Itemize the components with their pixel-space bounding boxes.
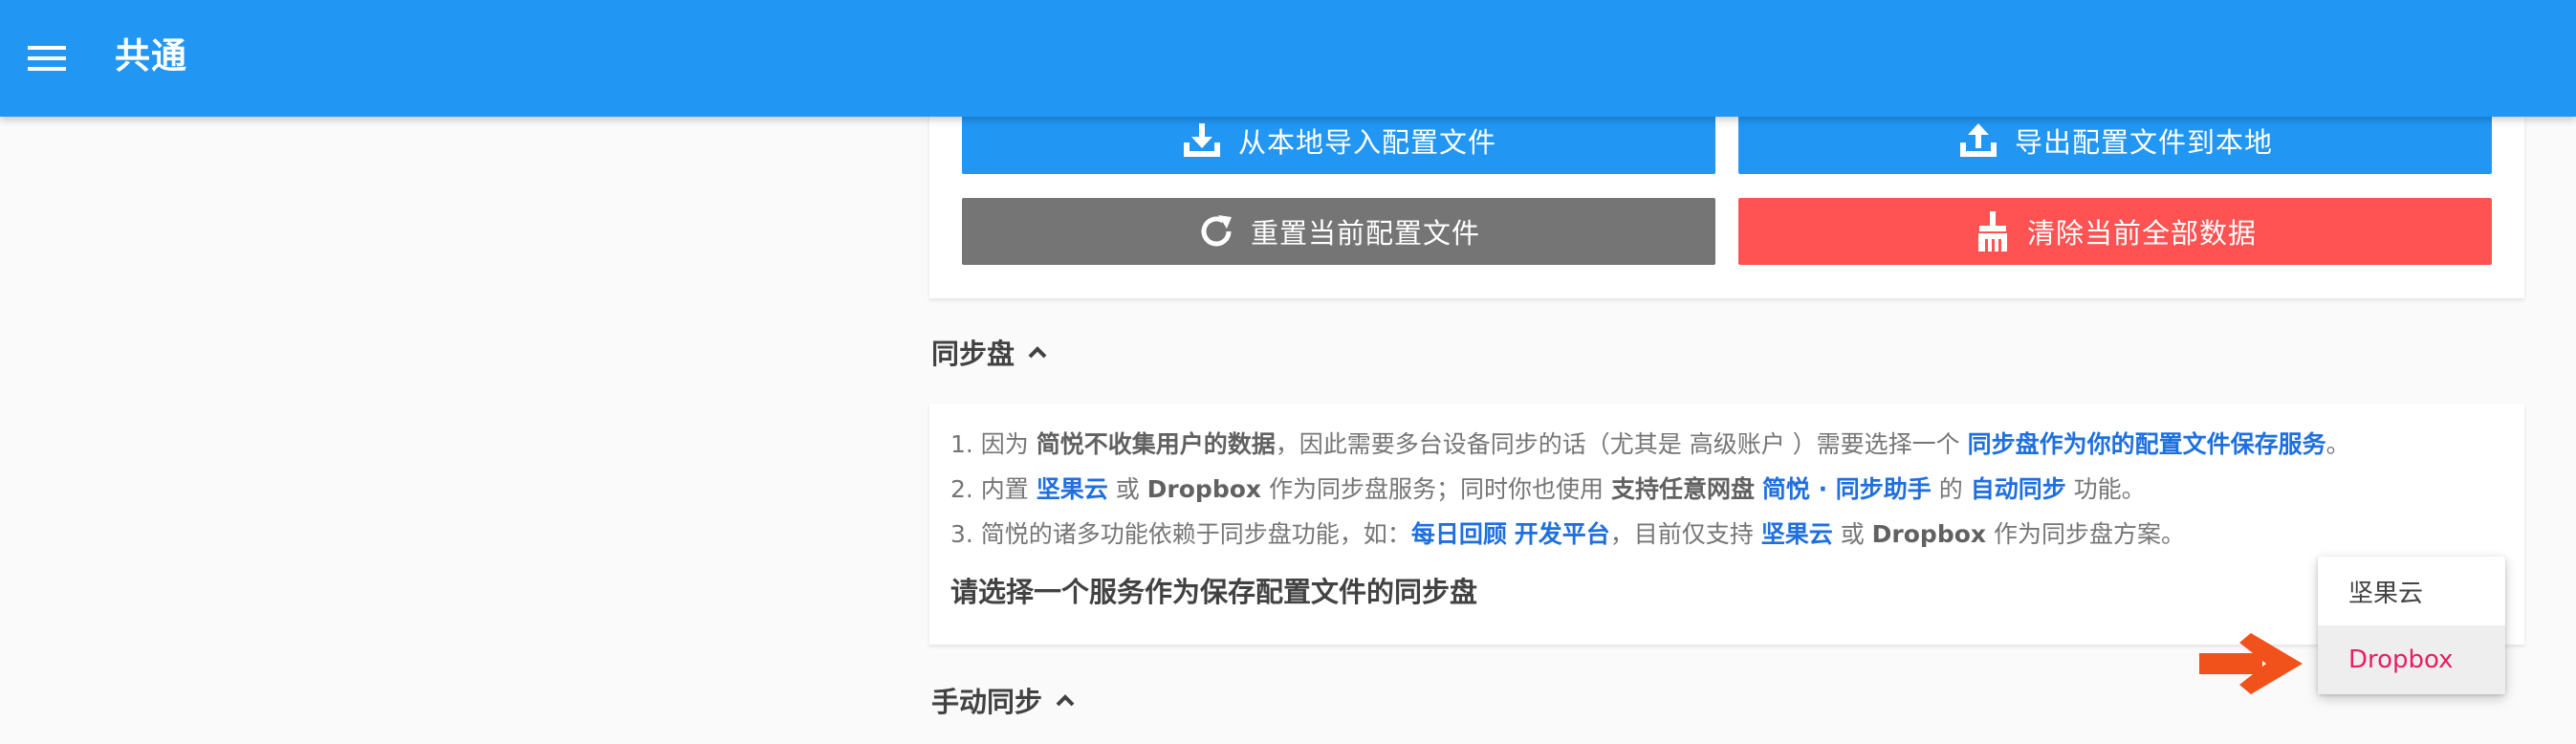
jianguoyun-link[interactable]: 坚果云 (1037, 475, 1108, 503)
export-config-label: 导出配置文件到本地 (2014, 126, 2273, 159)
text: 作为同步盘方案。 (1986, 520, 2185, 548)
upload-icon (1957, 121, 1999, 160)
text (1755, 475, 1762, 503)
text-bold: 支持任意网盘 (1610, 475, 1755, 503)
sync-info-line-2: 2. 内置 坚果云 或 Dropbox 作为同步盘服务；同时你也使用 支持任意网… (950, 470, 2146, 509)
text-bold: Dropbox (1146, 475, 1262, 503)
daily-review-link[interactable]: 每日回顾 (1411, 520, 1507, 548)
import-config-button[interactable]: 从本地导入配置文件 (962, 107, 1715, 174)
menu-button[interactable] (17, 33, 76, 84)
dev-platform-link[interactable]: 开发平台 (1515, 520, 1610, 548)
clear-all-data-button[interactable]: 清除当前全部数据 (1738, 198, 2492, 265)
reset-config-label: 重置当前配置文件 (1250, 217, 1480, 250)
text: 或 (1832, 520, 1872, 548)
text: 。 (2325, 430, 2350, 458)
sync-section-toggle[interactable]: 同步盘 (931, 331, 1047, 373)
text: ，因此需要多台设备同步的话（尤其是 高级账户 ）需要选择一个 (1275, 430, 1968, 458)
broom-icon (1974, 210, 2012, 252)
reset-config-button[interactable]: 重置当前配置文件 (962, 198, 1715, 265)
manual-sync-section-toggle[interactable]: 手动同步 (931, 679, 1075, 721)
download-icon (1181, 121, 1223, 160)
dropdown-option-dropbox[interactable]: Dropbox (2318, 625, 2505, 694)
text: 1. 因为 (950, 430, 1037, 458)
sync-section-title: 同步盘 (931, 338, 1015, 370)
jianguoyun-link[interactable]: 坚果云 (1761, 520, 1833, 548)
manual-sync-section-title: 手动同步 (931, 686, 1043, 718)
page-title: 共通 (115, 35, 187, 77)
text: 3. 简悦的诸多功能依赖于同步盘功能，如： (950, 520, 1411, 548)
menu-icon (28, 46, 66, 71)
text: 的 (1931, 475, 1971, 503)
sync-service-link[interactable]: 同步盘作为你的配置文件保存服务 (1968, 430, 2326, 458)
text (1507, 520, 1515, 548)
text: 作为同步盘服务；同时你也使用 (1261, 475, 1611, 503)
sync-info-line-3: 3. 简悦的诸多功能依赖于同步盘功能，如：每日回顾 开发平台，目前仅支持 坚果云… (950, 515, 2185, 554)
sync-service-dropdown: 坚果云 Dropbox (2318, 557, 2505, 694)
auto-sync-link[interactable]: 自动同步 (1971, 475, 2066, 503)
text-bold: 简悦不收集用户的数据 (1036, 430, 1276, 458)
chevron-up-icon (1056, 693, 1075, 707)
sync-info-line-1: 1. 因为 简悦不收集用户的数据，因此需要多台设备同步的话（尤其是 高级账户 ）… (950, 426, 2350, 464)
chevron-up-icon (1028, 345, 1047, 359)
text: 2. 内置 (950, 475, 1037, 503)
refresh-icon (1197, 212, 1235, 251)
text: 或 (1107, 475, 1147, 503)
import-config-label: 从本地导入配置文件 (1237, 126, 1496, 159)
text: ，目前仅支持 (1609, 520, 1761, 548)
export-config-button[interactable]: 导出配置文件到本地 (1738, 107, 2492, 174)
text: 功能。 (2065, 475, 2146, 503)
clear-all-data-label: 清除当前全部数据 (2026, 217, 2257, 250)
text-bold: Dropbox (1871, 520, 1987, 548)
app-bar: 共通 (0, 0, 2576, 117)
sync-helper-link[interactable]: 简悦 · 同步助手 (1762, 475, 1932, 503)
arrow-right-icon (2199, 633, 2303, 694)
dropdown-option-jianguoyun[interactable]: 坚果云 (2318, 557, 2505, 625)
sync-select-prompt: 请选择一个服务作为保存配置文件的同步盘 (950, 576, 1478, 608)
